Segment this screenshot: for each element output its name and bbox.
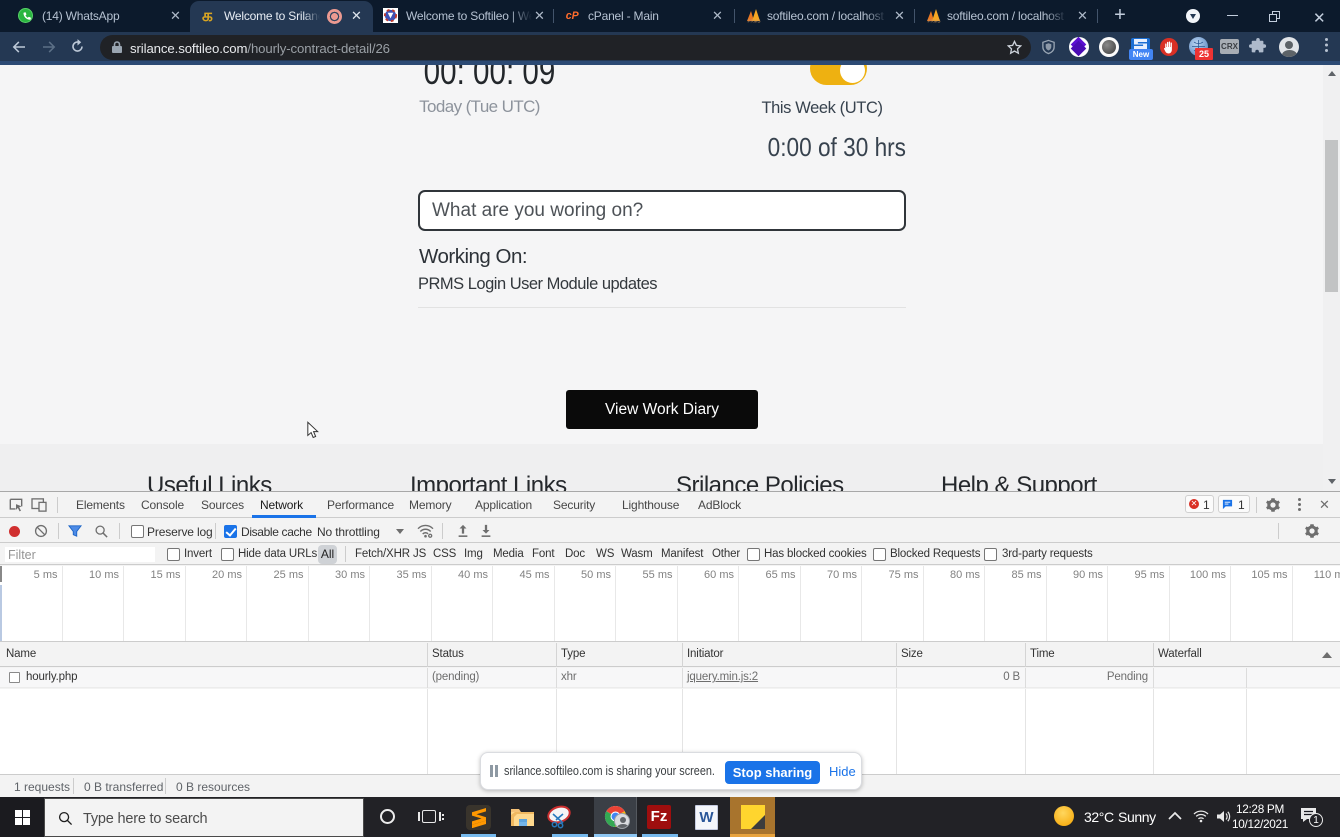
svg-text:PRMS: PRMS	[747, 19, 760, 24]
svg-text:PRMS: PRMS	[927, 19, 940, 24]
svg-text:cP: cP	[566, 10, 580, 22]
